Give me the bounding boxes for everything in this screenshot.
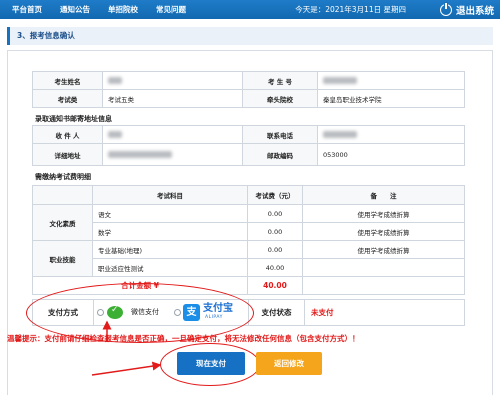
exam-info-table: 考生姓名 考 生 号 考试类 考试五类 牵头院校 秦皇岛职业技术学院 xyxy=(32,71,465,108)
fee-amount: 0.00 xyxy=(247,204,303,223)
fee-subject: 专业基础(地理) xyxy=(92,240,248,259)
name-label: 考生姓名 xyxy=(32,71,103,90)
number-label: 考 生 号 xyxy=(242,71,318,90)
nav-item-notices[interactable]: 通知公告 xyxy=(51,0,99,19)
phone-value xyxy=(317,125,465,144)
group-name-skills: 职业技能 xyxy=(32,240,93,277)
back-edit-button[interactable]: 返回修改 xyxy=(256,352,322,375)
fee-note xyxy=(302,258,465,277)
zip-value: 053000 xyxy=(317,143,465,166)
payment-status-value: 未支付 xyxy=(311,308,334,317)
school-value: 秦皇岛职业技术学院 xyxy=(317,89,465,108)
fee-subject: 职业适应性测试 xyxy=(92,258,248,277)
address-value xyxy=(102,143,243,166)
section-title: 3、报考信息确认 xyxy=(7,27,493,45)
category-label: 考试类 xyxy=(32,89,103,108)
fees-header-note: 备 注 xyxy=(302,185,465,205)
fee-note: 使用学考成绩折算 xyxy=(302,204,465,223)
address-label: 详细地址 xyxy=(32,143,103,166)
recipient-label: 收 件 人 xyxy=(32,125,103,144)
phone-label: 联系电话 xyxy=(242,125,318,144)
mail-info-title: 录取通知书邮寄地址信息 xyxy=(35,115,112,123)
fee-subject: 语文 xyxy=(92,204,248,223)
number-value xyxy=(317,71,465,90)
fee-amount: 40.00 xyxy=(247,258,303,277)
payment-status-label: 支付状态 xyxy=(261,308,292,317)
nav-item-home[interactable]: 平台首页 xyxy=(0,0,51,19)
zip-label: 邮政编码 xyxy=(242,143,318,166)
nav-item-schools[interactable]: 单招院校 xyxy=(99,0,147,19)
fees-table: 考试科目 考试费（元） 备 注 文化素质 语文 0.00 使用学考成绩折算 数学… xyxy=(32,185,465,295)
fee-amount: 0.00 xyxy=(247,222,303,241)
school-label: 牵头院校 xyxy=(242,89,318,108)
nav-item-faq[interactable]: 常见问题 xyxy=(147,0,195,19)
mail-info-table: 收 件 人 联系电话 详细地址 邮政编码 053000 xyxy=(32,125,465,166)
fee-note: 使用学考成绩折算 xyxy=(302,222,465,241)
logout-button[interactable]: 退出系统 xyxy=(439,1,494,17)
nav-menu: 平台首页 通知公告 单招院校 常见问题 xyxy=(0,0,195,19)
pay-now-button[interactable]: 现在支付 xyxy=(177,352,245,375)
total-value: 40.00 xyxy=(247,276,303,295)
fees-header-subject: 考试科目 xyxy=(92,185,248,205)
recipient-value xyxy=(102,125,243,144)
fee-amount: 0.00 xyxy=(247,240,303,259)
warning-text: 温馨提示：支付前请仔细检查报考信息是否正确，一旦确定支付，将无法修改任何信息（包… xyxy=(7,334,360,343)
category-value: 考试五类 xyxy=(102,89,243,108)
fee-note: 使用学考成绩折算 xyxy=(302,240,465,259)
group-name-culture: 文化素质 xyxy=(32,204,93,241)
fees-header-fee: 考试费（元） xyxy=(247,185,303,205)
name-value xyxy=(102,71,243,90)
fee-subject: 数学 xyxy=(92,222,248,241)
current-date: 今天是：2021年3月11日 星期四 xyxy=(295,5,406,14)
fees-title: 需缴纳考试费明细 xyxy=(35,173,91,181)
top-nav-bar: 平台首页 通知公告 单招院校 常见问题 今天是：2021年3月11日 星期四 退… xyxy=(0,0,500,19)
power-icon xyxy=(439,1,452,16)
logout-label: 退出系统 xyxy=(455,5,494,17)
